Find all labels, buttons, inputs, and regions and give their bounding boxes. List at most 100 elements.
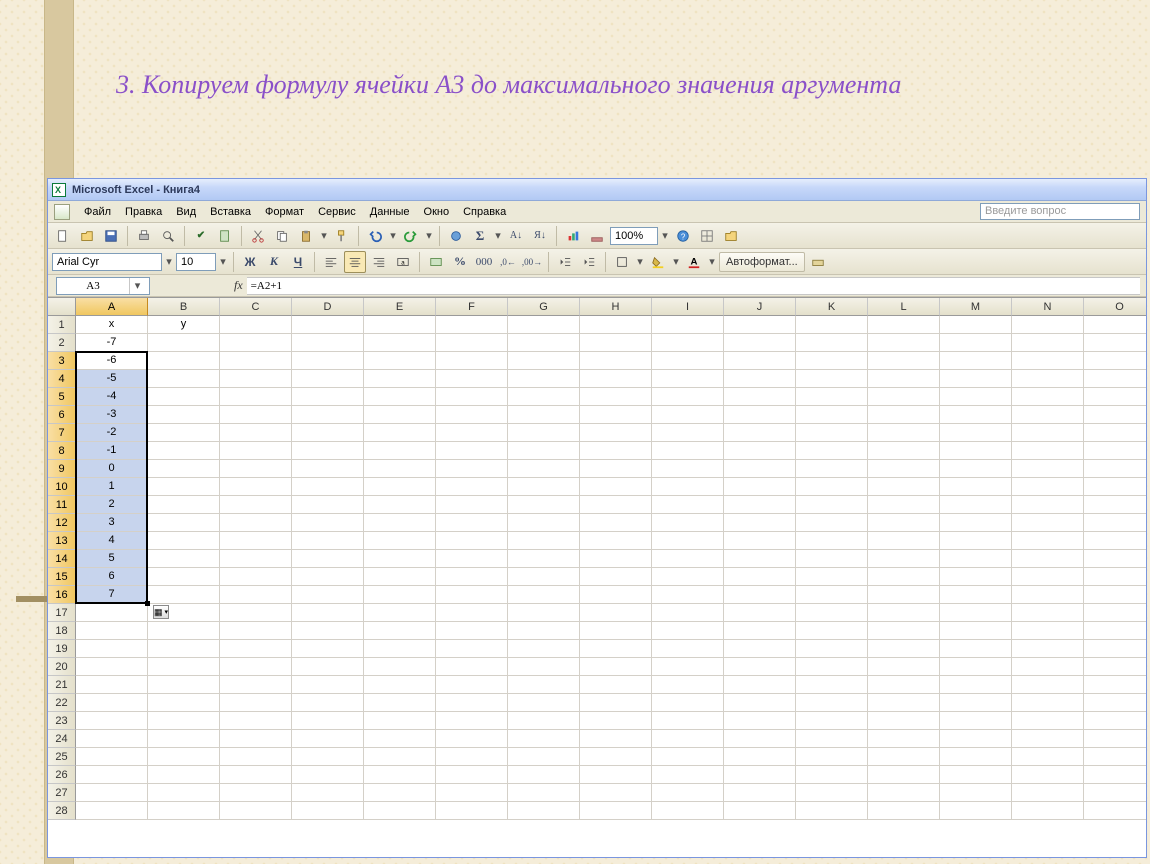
cell-F17[interactable]: [436, 604, 508, 622]
cell-I22[interactable]: [652, 694, 724, 712]
spreadsheet-grid[interactable]: ABCDEFGHIJKLMNO 123456789101112131415161…: [48, 297, 1146, 857]
cell-K25[interactable]: [796, 748, 868, 766]
paste-dropdown[interactable]: ▾: [319, 229, 329, 242]
cell-E2[interactable]: [364, 334, 436, 352]
cell-D7[interactable]: [292, 424, 364, 442]
cell-O10[interactable]: [1084, 478, 1146, 496]
row-header-6[interactable]: 6: [48, 406, 76, 424]
copy-icon[interactable]: [271, 225, 293, 247]
cell-E3[interactable]: [364, 352, 436, 370]
cell-A7[interactable]: -2: [76, 424, 148, 442]
menu-view[interactable]: Вид: [170, 204, 202, 220]
cell-M14[interactable]: [940, 550, 1012, 568]
name-box[interactable]: ▾: [56, 277, 150, 295]
autoformat-button[interactable]: Автоформат...: [719, 252, 805, 272]
cell-B16[interactable]: [148, 586, 220, 604]
help-search-input[interactable]: Введите вопрос: [980, 203, 1140, 220]
cell-K4[interactable]: [796, 370, 868, 388]
autosum-dropdown[interactable]: ▾: [493, 229, 503, 242]
cell-C15[interactable]: [220, 568, 292, 586]
cell-L4[interactable]: [868, 370, 940, 388]
cell-B9[interactable]: [148, 460, 220, 478]
cell-B28[interactable]: [148, 802, 220, 820]
merge-center-icon[interactable]: a: [392, 251, 414, 273]
cell-B12[interactable]: [148, 514, 220, 532]
cell-O1[interactable]: [1084, 316, 1146, 334]
cell-A28[interactable]: [76, 802, 148, 820]
cell-M21[interactable]: [940, 676, 1012, 694]
cell-D27[interactable]: [292, 784, 364, 802]
cell-F26[interactable]: [436, 766, 508, 784]
cell-M2[interactable]: [940, 334, 1012, 352]
cell-N23[interactable]: [1012, 712, 1084, 730]
cell-I8[interactable]: [652, 442, 724, 460]
cell-B4[interactable]: [148, 370, 220, 388]
cell-A8[interactable]: -1: [76, 442, 148, 460]
cell-H26[interactable]: [580, 766, 652, 784]
cell-F11[interactable]: [436, 496, 508, 514]
cell-C8[interactable]: [220, 442, 292, 460]
cell-K28[interactable]: [796, 802, 868, 820]
cell-F22[interactable]: [436, 694, 508, 712]
cell-K17[interactable]: [796, 604, 868, 622]
cell-I13[interactable]: [652, 532, 724, 550]
row-header-8[interactable]: 8: [48, 442, 76, 460]
cell-M24[interactable]: [940, 730, 1012, 748]
cell-H11[interactable]: [580, 496, 652, 514]
cell-N9[interactable]: [1012, 460, 1084, 478]
cell-H14[interactable]: [580, 550, 652, 568]
font-size-input[interactable]: 10: [176, 253, 216, 271]
currency-icon[interactable]: [425, 251, 447, 273]
cell-F13[interactable]: [436, 532, 508, 550]
cell-J8[interactable]: [724, 442, 796, 460]
cell-C6[interactable]: [220, 406, 292, 424]
cell-K7[interactable]: [796, 424, 868, 442]
cell-O25[interactable]: [1084, 748, 1146, 766]
cell-C13[interactable]: [220, 532, 292, 550]
cell-O8[interactable]: [1084, 442, 1146, 460]
cell-I15[interactable]: [652, 568, 724, 586]
cell-C5[interactable]: [220, 388, 292, 406]
cut-icon[interactable]: [247, 225, 269, 247]
cell-E15[interactable]: [364, 568, 436, 586]
cell-L13[interactable]: [868, 532, 940, 550]
cell-A19[interactable]: [76, 640, 148, 658]
cell-H3[interactable]: [580, 352, 652, 370]
row-header-12[interactable]: 12: [48, 514, 76, 532]
cell-A17[interactable]: [76, 604, 148, 622]
cell-N10[interactable]: [1012, 478, 1084, 496]
row-header-27[interactable]: 27: [48, 784, 76, 802]
cell-A2[interactable]: -7: [76, 334, 148, 352]
cell-I14[interactable]: [652, 550, 724, 568]
row-header-17[interactable]: 17: [48, 604, 76, 622]
cell-L1[interactable]: [868, 316, 940, 334]
cell-D15[interactable]: [292, 568, 364, 586]
cell-K14[interactable]: [796, 550, 868, 568]
cell-K9[interactable]: [796, 460, 868, 478]
cell-F14[interactable]: [436, 550, 508, 568]
cell-J24[interactable]: [724, 730, 796, 748]
cell-J23[interactable]: [724, 712, 796, 730]
cell-B8[interactable]: [148, 442, 220, 460]
cell-D8[interactable]: [292, 442, 364, 460]
cell-K11[interactable]: [796, 496, 868, 514]
cell-N7[interactable]: [1012, 424, 1084, 442]
cell-C28[interactable]: [220, 802, 292, 820]
cell-D1[interactable]: [292, 316, 364, 334]
cell-M16[interactable]: [940, 586, 1012, 604]
cell-D10[interactable]: [292, 478, 364, 496]
cell-O5[interactable]: [1084, 388, 1146, 406]
cell-K13[interactable]: [796, 532, 868, 550]
cell-G26[interactable]: [508, 766, 580, 784]
cell-B19[interactable]: [148, 640, 220, 658]
cell-E11[interactable]: [364, 496, 436, 514]
cell-K15[interactable]: [796, 568, 868, 586]
cell-M9[interactable]: [940, 460, 1012, 478]
help-icon[interactable]: ?: [672, 225, 694, 247]
cell-O9[interactable]: [1084, 460, 1146, 478]
cell-A27[interactable]: [76, 784, 148, 802]
cell-O18[interactable]: [1084, 622, 1146, 640]
cell-L8[interactable]: [868, 442, 940, 460]
fill-handle[interactable]: [145, 601, 150, 606]
increase-indent-icon[interactable]: [578, 251, 600, 273]
